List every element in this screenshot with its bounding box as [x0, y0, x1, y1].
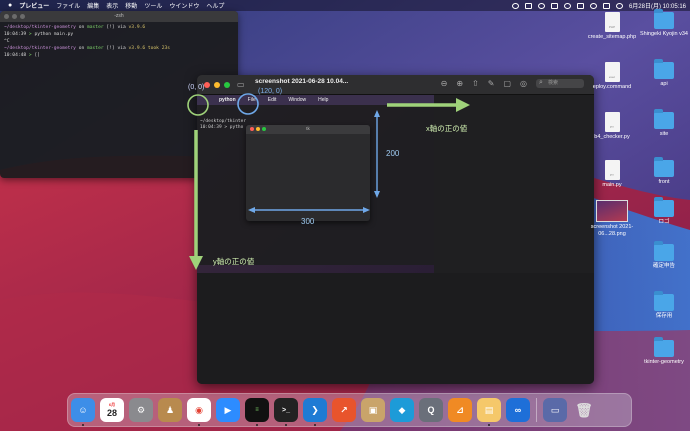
desktop-item[interactable]: PY main.py: [586, 160, 638, 189]
folder-icon: [654, 59, 674, 79]
desktop-item-label: Shingeki Kyojin v34: [639, 31, 688, 37]
contacts-icon[interactable]: ♟: [158, 398, 182, 422]
desktop-item-label: api: [660, 81, 668, 87]
system-preferences-icon[interactable]: ⚙: [129, 398, 153, 422]
activity-monitor-icon[interactable]: ≡: [245, 398, 269, 426]
y-axis-arrowhead: [189, 256, 203, 270]
chrome-icon[interactable]: ◉: [187, 398, 211, 426]
desktop-item-label: front: [658, 179, 670, 185]
desktop-item[interactable]: site: [638, 109, 690, 138]
desktop-item[interactable]: api: [638, 59, 690, 88]
folder-icon: [654, 157, 674, 177]
desktop-item[interactable]: front: [638, 157, 690, 186]
origin-label: (0, 0): [188, 84, 205, 91]
analytics-icon[interactable]: ↗: [332, 398, 356, 422]
point-marker: [237, 93, 259, 115]
desktop-item-label: tkinter-geometry: [644, 359, 684, 365]
desktop-item-label: 保存用: [655, 313, 673, 319]
dock: ☺ 6月 28 ⚙ ♟ ◉ ▶ ≡ >_ ❯ ↗ ▣ ◆ Q ⊿ ▤ ∞ ▭ 🗑: [67, 393, 632, 427]
x-axis-label: x軸の正の値: [426, 124, 468, 133]
finder-icon[interactable]: ☺: [71, 398, 95, 426]
document-icon: PY: [604, 112, 620, 132]
sourcetree-icon[interactable]: ⊿: [448, 398, 472, 422]
docker-icon[interactable]: ◆: [390, 398, 414, 422]
desktop-item[interactable]: 保存用: [638, 291, 690, 320]
vscode-icon[interactable]: ❯: [303, 398, 327, 426]
folder-icon: [654, 197, 674, 217]
folder-icon: [654, 9, 674, 29]
folder-icon: [654, 291, 674, 311]
document-icon: exec: [604, 62, 620, 82]
desktop-item-label: eploy.command: [592, 84, 632, 90]
archive-utility-icon[interactable]: ▣: [361, 398, 385, 422]
terminal-icon[interactable]: >_: [274, 398, 298, 426]
trash-icon[interactable]: 🗑: [572, 398, 596, 422]
desktop-item-label: screenshot 2021-06...28.png: [590, 224, 634, 237]
desktop-item-label: main.py: [602, 182, 622, 188]
desktop-item-label: ロゴ: [658, 219, 670, 225]
desktop-item-label: create_sitemap.php: [587, 34, 637, 40]
origin-marker: [187, 94, 209, 116]
desktop-item[interactable]: PY b4_checker.py: [586, 112, 638, 141]
desktop-item[interactable]: exec eploy.command: [586, 62, 638, 91]
desktop-item[interactable]: 確定申告: [638, 241, 690, 270]
folder-icon: [654, 109, 674, 129]
infinity-icon[interactable]: ∞: [506, 398, 530, 422]
desktop-item-label: site: [659, 131, 669, 137]
y-axis-label: y軸の正の値: [213, 257, 255, 266]
desktop-item[interactable]: Shingeki Kyojin v34: [638, 9, 690, 38]
folder-icon: [654, 337, 674, 357]
screenshot-thumbnail-icon[interactable]: ▭: [543, 398, 567, 422]
document-icon: PHP: [604, 12, 620, 32]
calendar-icon[interactable]: 6月 28: [100, 398, 124, 422]
document-icon: PY: [604, 160, 620, 180]
zoom-app-icon[interactable]: ▶: [216, 398, 240, 422]
x-axis-arrowhead: [456, 98, 470, 112]
folder-icon: [654, 241, 674, 261]
quicktime-icon[interactable]: Q: [419, 398, 443, 422]
desktop-item-label: 確定申告: [652, 263, 675, 269]
desktop-item[interactable]: screenshot 2021-06...28.png: [586, 200, 638, 237]
desktop-item[interactable]: ロゴ: [638, 197, 690, 226]
desktop-item-label: b4_checker.py: [594, 134, 630, 140]
image-file-icon: [596, 200, 628, 222]
desktop-item[interactable]: tkinter-geometry: [638, 337, 690, 366]
point-label: (120, 0): [258, 88, 283, 95]
desktop-item[interactable]: PHP create_sitemap.php: [586, 12, 638, 41]
width-label: 300: [301, 217, 315, 226]
height-label: 200: [386, 149, 400, 158]
preview-app-icon[interactable]: ▤: [477, 398, 501, 426]
dock-separator: [536, 398, 537, 422]
